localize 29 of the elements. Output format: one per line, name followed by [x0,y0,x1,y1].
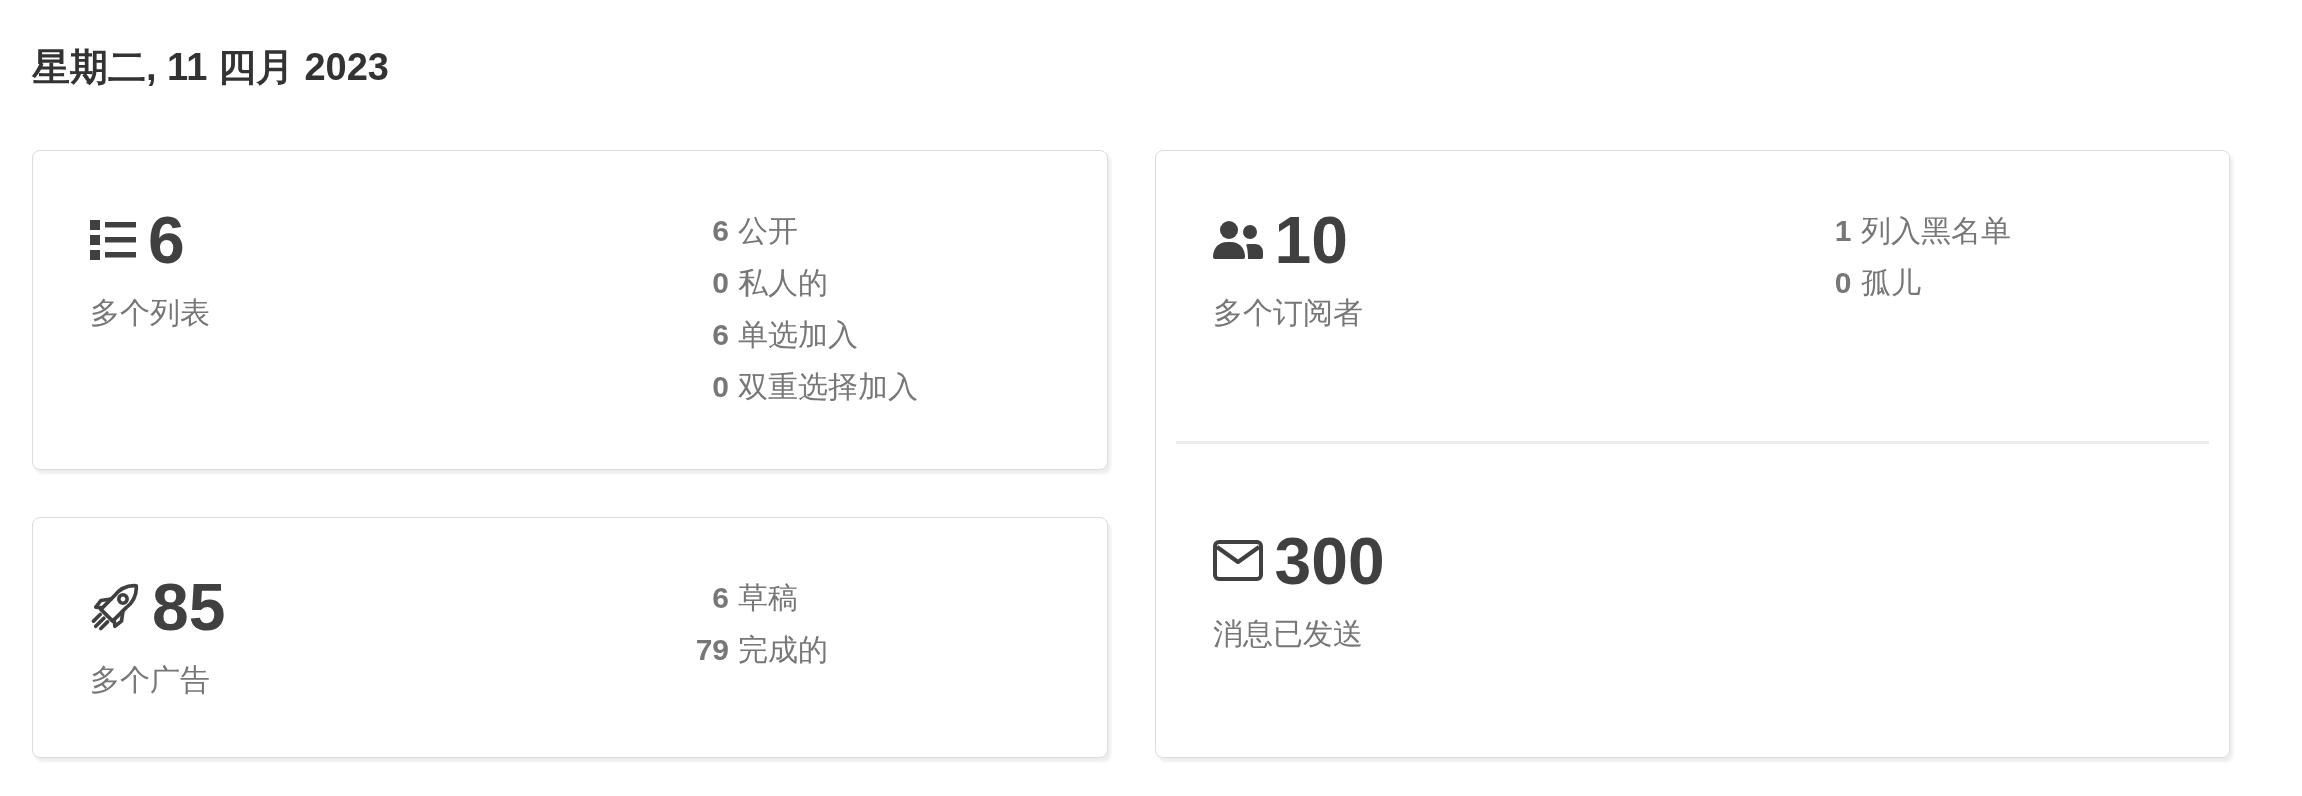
stat-count: 6 [712,212,729,249]
list-icon [90,219,136,260]
count-label: 多个列表 [90,294,210,331]
stat-name: 草稿 [738,579,798,616]
count-label: 消息已发送 [1212,615,1363,652]
stat-name: 公开 [738,212,798,249]
stat-count: 0 [712,368,729,405]
stat-count: 0 [1834,264,1852,301]
people-icon [1212,220,1263,259]
count-label: 多个广告 [90,661,210,698]
stat-name: 私人的 [738,264,828,301]
stat-count: 0 [712,264,729,301]
count-label: 多个订阅者 [1212,294,1363,331]
stat-name: 双重选择加入 [738,368,918,405]
stat-count: 1 [1834,212,1852,249]
stat-count: 6 [712,579,729,616]
stat-name: 单选加入 [738,316,858,353]
stat-count: 79 [695,631,729,668]
stat-count: 6 [712,316,729,353]
stat-name: 列入黑名单 [1860,212,2011,249]
envelope-icon [1212,540,1263,582]
total-count: 6 [148,206,185,273]
total-count: 10 [1274,206,1348,273]
stat-name: 孤儿 [1860,264,1921,301]
rocket-icon [90,582,140,631]
total-count: 85 [152,573,226,640]
stat-name: 完成的 [738,631,828,668]
total-count: 300 [1274,527,1385,594]
date-heading: 星期二, 11 四月 2023 [32,45,389,90]
